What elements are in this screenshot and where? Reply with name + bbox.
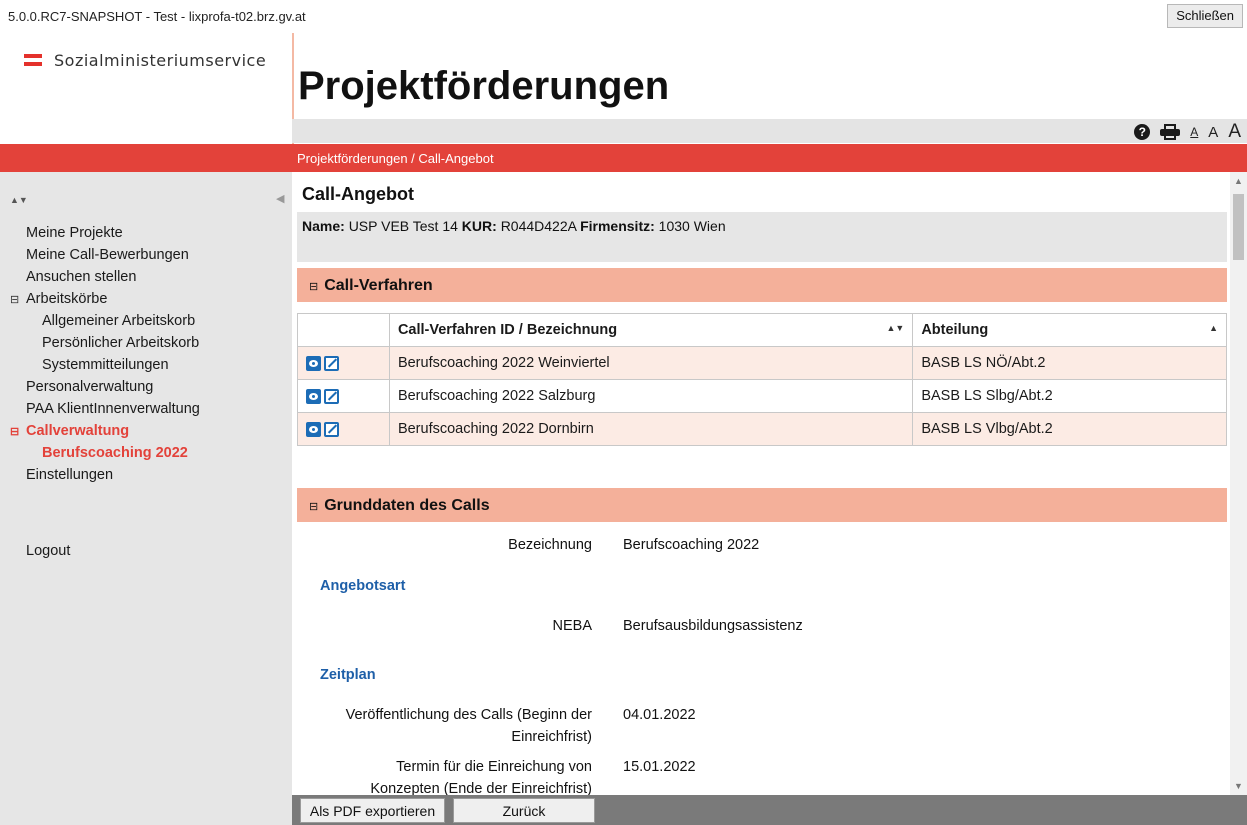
column-header-id[interactable]: Call-Verfahren ID / Bezeichnung ▲▼ xyxy=(388,313,914,347)
grunddaten-panel-header[interactable]: ⊟ Grunddaten des Calls xyxy=(297,488,1227,522)
scroll-up-icon[interactable]: ▲ xyxy=(1234,176,1243,186)
cell-abteilung: BASB LS NÖ/Abt.2 xyxy=(912,346,1227,380)
breadcrumb: Projektförderungen / Call-Angebot xyxy=(297,151,494,166)
section-heading-angebotsart: Angebotsart xyxy=(320,578,406,594)
table-row: Berufscoaching 2022 Dornbirn BASB LS Vlb… xyxy=(297,412,1227,446)
name-value: USP VEB Test 14 xyxy=(348,218,458,234)
column-header-abteilung[interactable]: Abteilung ▲ xyxy=(912,313,1227,347)
sidebar-item-label: Callverwaltung xyxy=(26,423,130,439)
field-label-line: Konzepten (Ende der Einreichfrist) xyxy=(370,781,592,795)
font-size-large-button[interactable]: A xyxy=(1228,121,1241,143)
sidebar: ▲▼ ◀ Meine Projekte Meine Call-Bewerbung… xyxy=(0,172,292,825)
sidebar-item-systemmitteilungen[interactable]: Systemmitteilungen xyxy=(0,354,292,376)
field-label-line: Einreichfrist) xyxy=(511,729,592,745)
edit-icon[interactable] xyxy=(324,421,339,437)
firmensitz-label: Firmensitz: xyxy=(580,218,655,234)
firmensitz-value: 1030 Wien xyxy=(658,218,726,234)
sidebar-item-berufscoaching-2022[interactable]: Berufscoaching 2022 xyxy=(0,442,292,464)
sort-toggle-icon[interactable]: ▲▼ xyxy=(10,195,28,205)
close-window-button[interactable]: Schließen xyxy=(1167,4,1243,28)
kur-value: R044D422A xyxy=(500,218,577,234)
help-icon[interactable]: ? xyxy=(1134,124,1151,140)
tool-strip: ? A A A xyxy=(292,119,1247,143)
back-button[interactable]: Zurück xyxy=(453,798,595,823)
export-pdf-button[interactable]: Als PDF exportieren xyxy=(300,798,445,823)
call-verfahren-title: Call-Verfahren xyxy=(324,277,433,294)
sidebar-item-persoenlicher-arbeitskorb[interactable]: Persönlicher Arbeitskorb xyxy=(0,332,292,354)
call-header: Call-Angebot Name: USP VEB Test 14 KUR: … xyxy=(297,180,1227,262)
scroll-down-icon[interactable]: ▼ xyxy=(1234,781,1243,791)
main-content: Call-Angebot Name: USP VEB Test 14 KUR: … xyxy=(292,172,1247,795)
table-row: Berufscoaching 2022 Weinviertel BASB LS … xyxy=(297,346,1227,380)
cell-abteilung: BASB LS Slbg/Abt.2 xyxy=(912,379,1227,413)
content-scrollbar[interactable]: ▲ ▼ xyxy=(1230,172,1247,795)
sidebar-footer xyxy=(0,795,292,825)
field-label: NEBA xyxy=(552,618,593,634)
view-icon[interactable] xyxy=(306,355,321,371)
sidebar-item-ansuchen-stellen[interactable]: Ansuchen stellen xyxy=(0,266,292,288)
sidebar-item-arbeitskoerbe[interactable]: ⊟ Arbeitskörbe xyxy=(0,288,292,310)
sidebar-item-einstellungen[interactable]: Einstellungen xyxy=(0,464,292,486)
field-value: 15.01.2022 xyxy=(623,759,696,775)
cell-bezeichnung: Berufscoaching 2022 Salzburg xyxy=(388,379,914,413)
call-verfahren-table: Call-Verfahren ID / Bezeichnung ▲▼ Abteil… xyxy=(297,313,1227,446)
scrollbar-thumb[interactable] xyxy=(1233,194,1244,260)
font-size-small-button[interactable]: A xyxy=(1190,125,1198,139)
cell-abteilung: BASB LS Vlbg/Abt.2 xyxy=(912,412,1227,446)
sidebar-item-personalverwaltung[interactable]: Personalverwaltung xyxy=(0,376,292,398)
field-label-line: Veröffentlichung des Calls (Beginn der xyxy=(345,707,592,723)
footer-bar: Als PDF exportieren Zurück xyxy=(292,795,1247,825)
brand-logo[interactable]: Sozialministeriumservice xyxy=(24,50,266,70)
section-heading-zeitplan: Zeitplan xyxy=(320,667,376,683)
collapse-toggle-icon[interactable]: ⊟ xyxy=(10,289,26,311)
actions-column-header xyxy=(297,313,390,347)
logout-link[interactable]: Logout xyxy=(26,543,70,559)
view-icon[interactable] xyxy=(306,388,321,404)
sidebar-item-meine-call-bewerbungen[interactable]: Meine Call-Bewerbungen xyxy=(0,244,292,266)
sidebar-item-allgemeiner-arbeitskorb[interactable]: Allgemeiner Arbeitskorb xyxy=(0,310,292,332)
collapse-toggle-icon[interactable]: ⊟ xyxy=(10,421,26,443)
field-label: Termin für die Einreichung von Konzepten … xyxy=(302,756,592,795)
view-icon[interactable] xyxy=(306,421,321,437)
page-title: Projektförderungen xyxy=(298,64,670,108)
cell-bezeichnung: Berufscoaching 2022 Weinviertel xyxy=(388,346,914,380)
sidebar-item-paa-klientinnenverwaltung[interactable]: PAA KlientInnenverwaltung xyxy=(0,398,292,420)
edit-icon[interactable] xyxy=(324,355,339,371)
austria-flag-icon xyxy=(24,54,42,66)
sidebar-item-meine-projekte[interactable]: Meine Projekte xyxy=(0,222,292,244)
window-titlebar: 5.0.0.RC7-SNAPSHOT - Test - lixprofa-t02… xyxy=(0,0,1247,32)
collapse-sidebar-icon[interactable]: ◀ xyxy=(276,192,284,205)
sidebar-item-label: Arbeitskörbe xyxy=(26,291,108,307)
field-label: Veröffentlichung des Calls (Beginn der Ei… xyxy=(302,704,592,748)
column-header-label: Abteilung xyxy=(921,322,989,338)
field-value: Berufsausbildungsassistenz xyxy=(623,618,803,634)
kur-label: KUR: xyxy=(461,218,497,234)
sort-icon[interactable]: ▲▼ xyxy=(887,323,905,333)
collapse-toggle-icon[interactable]: ⊟ xyxy=(309,501,318,513)
font-size-medium-button[interactable]: A xyxy=(1208,124,1218,141)
field-value: 04.01.2022 xyxy=(623,707,696,723)
call-verfahren-panel-header[interactable]: ⊟ Call-Verfahren xyxy=(297,268,1227,302)
column-header-label: Call-Verfahren ID / Bezeichnung xyxy=(397,322,618,338)
sidebar-item-callverwaltung[interactable]: ⊟ Callverwaltung xyxy=(0,420,292,442)
table-header-row: Call-Verfahren ID / Bezeichnung ▲▼ Abteil… xyxy=(297,313,1227,347)
field-label: Bezeichnung xyxy=(508,537,592,553)
brand-name: Sozialministeriumservice xyxy=(54,50,267,70)
window-title: 5.0.0.RC7-SNAPSHOT - Test - lixprofa-t02… xyxy=(8,9,306,24)
name-label: Name: xyxy=(302,218,345,234)
breadcrumb-bar: Projektförderungen / Call-Angebot xyxy=(0,144,1247,172)
call-heading: Call-Angebot xyxy=(302,184,414,204)
sidebar-nav: Meine Projekte Meine Call-Bewerbungen An… xyxy=(0,222,292,486)
table-row: Berufscoaching 2022 Salzburg BASB LS Slb… xyxy=(297,379,1227,413)
sort-asc-icon[interactable]: ▲ xyxy=(1209,323,1218,333)
printer-icon[interactable] xyxy=(1160,124,1181,140)
field-label-line: Termin für die Einreichung von xyxy=(396,759,592,775)
field-value: Berufscoaching 2022 xyxy=(623,537,760,553)
edit-icon[interactable] xyxy=(324,388,339,404)
grunddaten-title: Grunddaten des Calls xyxy=(324,497,490,514)
collapse-toggle-icon[interactable]: ⊟ xyxy=(309,281,318,293)
cell-bezeichnung: Berufscoaching 2022 Dornbirn xyxy=(388,412,914,446)
call-info: Name: USP VEB Test 14 KUR: R044D422A Fir… xyxy=(297,212,1227,262)
